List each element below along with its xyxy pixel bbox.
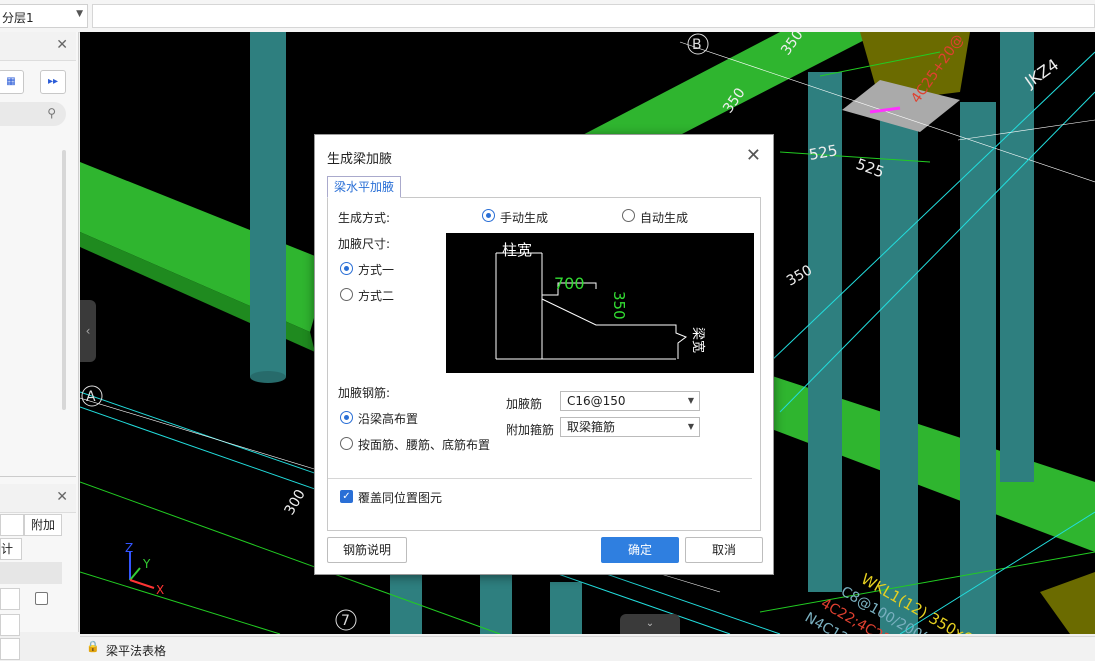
close-icon[interactable]: ✕ [56, 489, 68, 505]
status-bar: 🔒 梁平法表格 [80, 636, 1095, 661]
search-input[interactable]: ⚲ [0, 102, 66, 126]
column [250, 371, 286, 383]
diagram-col-width: 柱宽 [502, 241, 532, 259]
dialog-title: 生成梁加腋 [327, 152, 393, 167]
diagram-height: 350 [610, 291, 628, 320]
grid-cell[interactable] [0, 638, 20, 660]
column [880, 92, 918, 634]
rebar-info-button[interactable]: 钢筋说明 [327, 537, 407, 563]
chevron-down-icon: ▼ [76, 9, 83, 19]
size-label: 加腋尺寸: [338, 237, 391, 251]
top-toolbar: 分层1 ▼ [0, 0, 1095, 33]
grid-header-extra: 附加 [24, 514, 62, 536]
axis-label-a: A [86, 389, 96, 405]
cancel-button[interactable]: 取消 [685, 537, 763, 563]
radio-manual[interactable] [482, 209, 495, 222]
layer-icon-button[interactable]: ▦ [0, 70, 24, 94]
haunch-diagram: 柱宽 700 350 梁宽 [446, 233, 754, 373]
chevron-down-icon: ▼ [687, 396, 694, 405]
expand-icon-button[interactable]: ▸▸ [40, 70, 66, 94]
radio-along-beam-label[interactable]: 沿梁高布置 [358, 410, 418, 427]
layer-select-value: 分层1 [2, 11, 34, 25]
radio-mode-one[interactable] [340, 262, 353, 275]
column [480, 572, 512, 634]
axis-label-7: 7 [341, 613, 350, 629]
close-icon[interactable]: ✕ [56, 37, 68, 53]
radio-by-bars-label[interactable]: 按面筋、腰筋、底筋布置 [358, 436, 490, 453]
diagram-beam-width: 梁宽 [690, 327, 706, 353]
radio-auto-label[interactable]: 自动生成 [640, 209, 688, 226]
grid-cell[interactable] [0, 588, 20, 610]
rebar-label: 加腋钢筋: [338, 386, 391, 400]
status-label[interactable]: 梁平法表格 [106, 642, 166, 659]
tab-panel: 生成方式: 手动生成 自动生成 加腋尺寸: 方式一 方式二 柱宽 700 350… [327, 197, 761, 531]
column [960, 102, 996, 634]
tab-horizontal-haunch[interactable]: 梁水平加腋 [327, 176, 402, 198]
left-panel-header: ✕ [0, 32, 76, 61]
overwrite-label[interactable]: 覆盖同位置图元 [358, 489, 442, 506]
divider [0, 476, 76, 477]
lock-icon[interactable]: 🔒 [86, 640, 100, 653]
grid-cell[interactable] [0, 614, 20, 636]
green-beam [80, 162, 330, 332]
haunch-diagram-svg: 柱宽 700 350 梁宽 [495, 241, 706, 360]
ok-button[interactable]: 确定 [601, 537, 679, 563]
collapse-left-panel-button[interactable]: ‹ [80, 300, 96, 362]
layer-select[interactable]: 分层1 ▼ [0, 4, 88, 28]
column [250, 32, 286, 377]
chevron-down-icon: ▼ [687, 422, 694, 431]
radio-auto[interactable] [622, 209, 635, 222]
haunch-bar-label: 加腋筋 [506, 397, 543, 411]
column [390, 572, 422, 634]
axis-line [80, 571, 281, 634]
grid-cell-calc: 计算 [0, 538, 22, 576]
left-panel: ✕ ▦ ▸▸ ⚲ ✕ 附加 计算 [0, 32, 79, 660]
haunch-bar-value: C16@150 [567, 394, 626, 408]
gizmo-x [129, 579, 155, 589]
radio-manual-label[interactable]: 手动生成 [500, 209, 548, 226]
expand-bottom-panel-button[interactable]: ⌄ [620, 614, 680, 634]
stirrup-label: 附加箍筋 [506, 423, 555, 437]
close-icon[interactable]: ✕ [746, 145, 761, 166]
overwrite-checkbox[interactable]: ✓ [340, 490, 353, 503]
radio-by-bars[interactable] [340, 437, 353, 450]
grid-checkbox[interactable] [35, 592, 48, 605]
radio-mode-two[interactable] [340, 288, 353, 301]
gizmo-x-label: X [156, 583, 164, 597]
gizmo-y [129, 567, 141, 581]
grid-header-cell [0, 514, 24, 536]
radio-along-beam[interactable] [340, 411, 353, 424]
stirrup-select[interactable]: 取梁箍筋 ▼ [560, 417, 700, 437]
gen-mode-label: 生成方式: [338, 211, 391, 225]
column [550, 582, 582, 634]
dim-text: 300 [282, 487, 309, 518]
divider [328, 478, 752, 479]
toolbar-field[interactable] [92, 4, 1095, 28]
gizmo-y-label: Y [142, 557, 151, 571]
haunch-bar-select[interactable]: C16@150 ▼ [560, 391, 700, 411]
column-cap [1040, 572, 1095, 634]
grid-row-shaded [0, 562, 62, 584]
radio-mode-two-label[interactable]: 方式二 [358, 287, 394, 304]
haunch-dialog: 生成梁加腋 ✕ 梁水平加腋 生成方式: 手动生成 自动生成 加腋尺寸: 方式一 … [314, 134, 774, 575]
column [1000, 32, 1034, 482]
diagram-length: 700 [554, 274, 585, 293]
radio-mode-one-label[interactable]: 方式一 [358, 261, 394, 278]
scrollbar[interactable] [62, 150, 66, 410]
search-icon: ⚲ [47, 106, 56, 120]
stirrup-value: 取梁箍筋 [567, 420, 616, 434]
axis-label-b: B [692, 37, 702, 53]
gizmo-z-label: Z [125, 541, 133, 555]
properties-header: ✕ [0, 484, 76, 513]
